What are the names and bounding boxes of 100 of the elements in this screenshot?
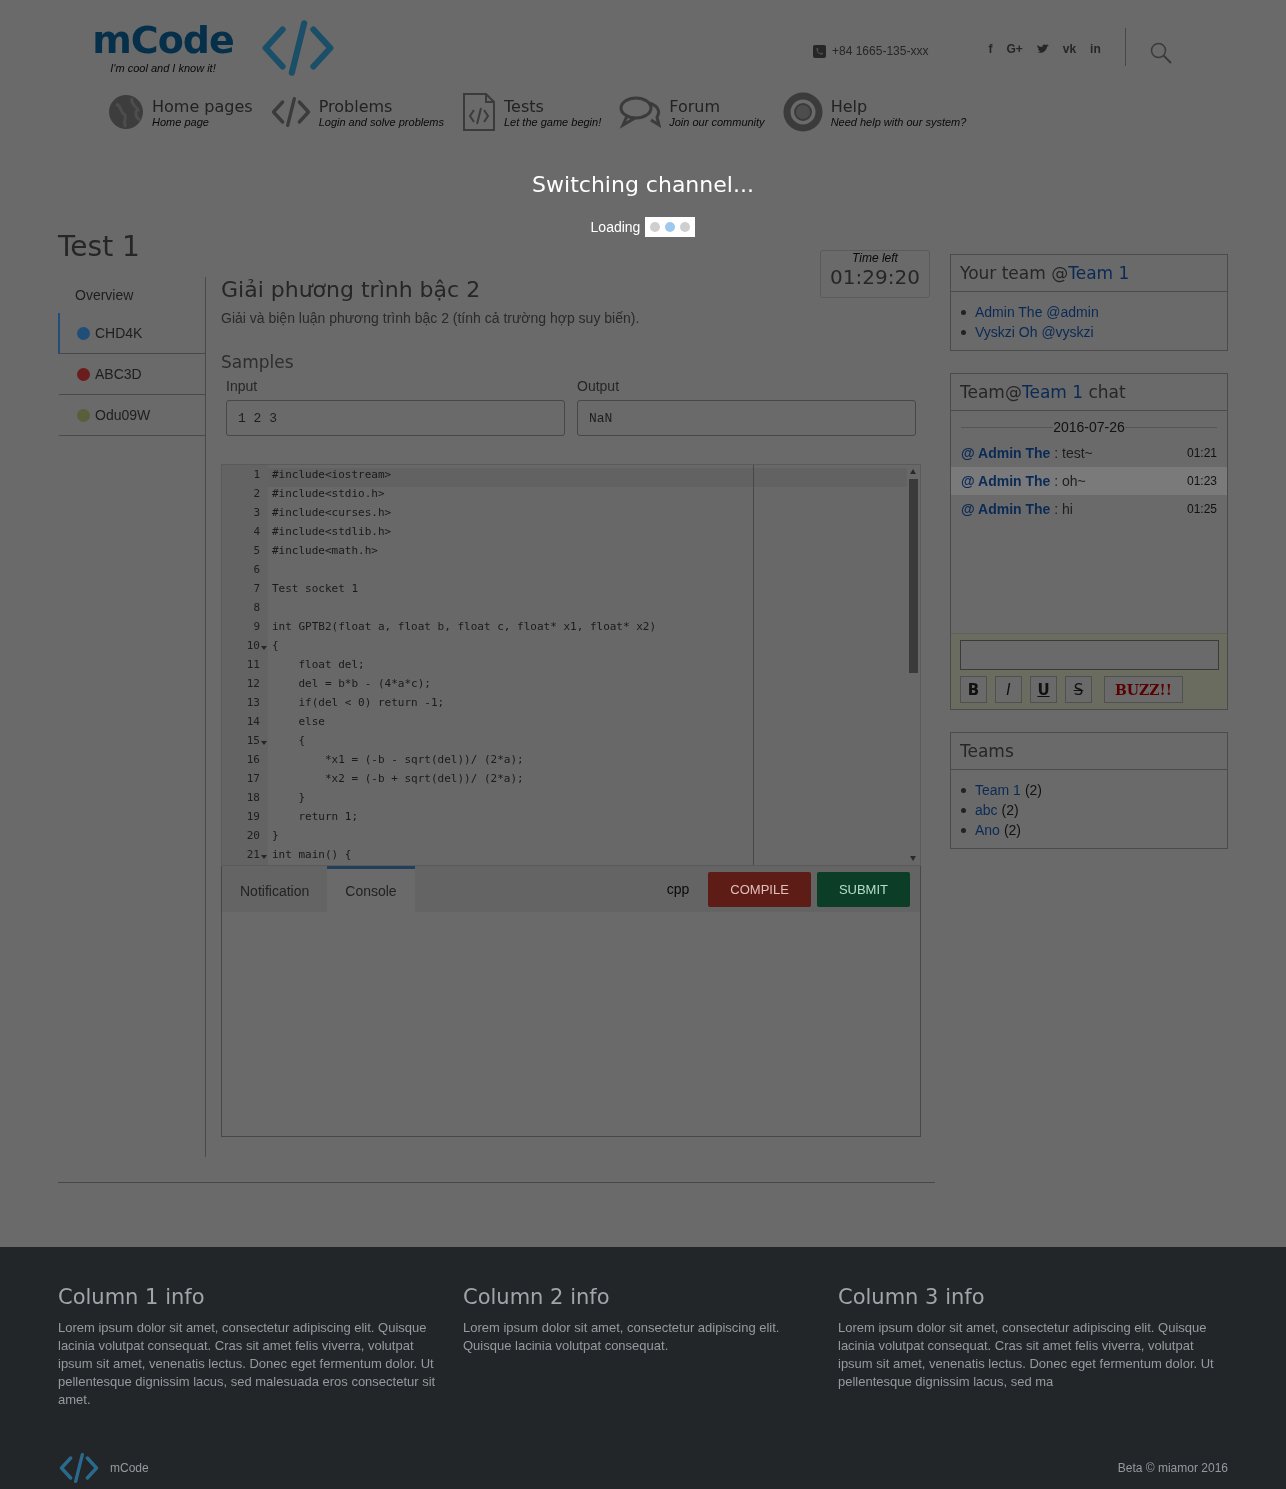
format-button[interactable]: I [995,676,1022,703]
message-author[interactable]: @ Admin The [961,501,1051,517]
line-number: 18 [246,791,260,804]
problem-tab[interactable]: Odu09W [58,395,205,436]
member-link[interactable]: Vyskzi Oh @vyskzi [975,322,1094,342]
code-line: int main() { [272,848,352,861]
compile-button[interactable]: COMPILE [708,871,811,907]
nav-item[interactable]: Problems Login and solve problems [270,92,444,132]
problem-tab[interactable]: CHD4K [58,313,205,354]
nav-item[interactable]: Forum Join our community [619,92,765,132]
code-line: #include<stdio.h> [272,487,385,500]
message-author[interactable]: @ Admin The [961,473,1051,489]
code-icon [270,96,311,128]
team-count: (2) [1024,781,1043,800]
overlay-title: Switching channel... [532,172,754,197]
line-number: 8 [253,601,260,614]
chat-message[interactable]: @ Admin The : oh~ 01:23 [951,467,1227,495]
line-number: 15 [246,734,260,747]
fold-arrow-icon[interactable] [261,646,267,650]
buzz-button[interactable]: BUZZ!! [1104,676,1183,703]
chat-input[interactable] [960,640,1219,670]
code-line: *x1 = (-b - sqrt(del))/ (2*a); [323,753,524,766]
chat-message[interactable]: @ Admin The : hi 01:25 [951,495,1227,523]
team-link[interactable]: Ano [975,820,1000,840]
phone-icon [813,44,826,58]
bullet-icon [961,807,966,813]
nav-title: Help [830,96,869,116]
team-link[interactable]: Team 1 [1021,382,1084,402]
submit-button[interactable]: SUBMIT [816,871,910,907]
social-link[interactable]: vk [1062,42,1077,56]
search-icon[interactable] [1149,42,1172,64]
code-line: if(del < 0) return -1; [297,696,445,709]
code-line: } [297,791,306,804]
footer-heading: Column 3 info [838,1285,986,1309]
code-line: { [272,639,279,652]
format-button[interactable]: B [960,676,987,703]
line-number: 12 [246,677,260,690]
logo-text[interactable]: mCode [92,18,234,62]
team-link[interactable]: Team 1 [975,780,1021,800]
line-number: 17 [246,772,260,785]
code-line: *x2 = (-b + sqrt(del))/ (2*a); [323,772,524,785]
console-tab[interactable]: Console [327,866,415,912]
bullet-icon [961,309,966,315]
line-number: 3 [253,506,260,519]
message-text: test~ [1062,445,1093,461]
line-number: 6 [253,563,260,576]
copyright-text: Beta © miamor 2016 [1117,1461,1228,1475]
message-separator: : [1054,445,1059,461]
fold-arrow-icon[interactable] [261,741,267,745]
bullet-icon [961,787,966,793]
footer-heading: Column 1 info [58,1285,206,1309]
bullet-icon [961,827,966,833]
message-time: 01:25 [1186,502,1217,516]
social-link[interactable]: in [1090,42,1101,56]
code-line: del = b*b - (4*a*c); [297,677,431,690]
message-separator: : [1054,501,1059,517]
line-number: 13 [246,696,260,709]
member-link[interactable]: Admin The @admin [975,302,1099,322]
samples-heading: Samples [221,352,295,372]
chat-message[interactable]: @ Admin The : test~ 01:21 [951,439,1227,467]
code-editor[interactable] [221,464,921,866]
line-number: 2 [253,487,260,500]
loading-label: Loading [590,219,641,235]
nav-title: Tests [504,96,545,116]
timer-label: Time left [851,251,899,265]
logo-icon [261,20,335,76]
nav-item[interactable]: Home pages Home page [108,92,253,132]
line-number: 5 [253,544,260,557]
overview-link[interactable]: Overview [58,277,205,313]
document-icon [462,92,496,132]
nav-item[interactable]: Tests Let the game begin! [462,92,602,132]
line-number: 16 [246,753,260,766]
console-tab[interactable]: Notification [222,867,328,911]
code-line: #include<curses.h> [272,506,392,519]
problem-tab[interactable]: ABC3D [58,354,205,395]
sample-output: NaN [577,400,916,436]
code-line: } [272,829,279,842]
fold-arrow-icon[interactable] [261,855,267,859]
social-link[interactable]: G+ [1006,42,1023,56]
line-number: 19 [246,810,260,823]
social-link[interactable]: f [988,42,993,56]
language-label: cpp [666,881,690,897]
panel-heading: Teams [951,733,1227,770]
line-number: 14 [246,715,260,728]
footer-text: Lorem ipsum dolor sit amet, consectetur adipiscing elit. Quisque lacinia volutpat consequat. Cras sit amet felis viverra, volutpat ipsum sit amet, venenatis lectus. Donec eget fermentum dolor. Ut pellentesque dignissim lacus, sed malesuada eros consectetur sit amet. [58,1319,437,1409]
nav-subtitle: Let the game begin! [504,115,602,128]
format-button[interactable]: S [1065,676,1092,703]
format-button[interactable]: U [1030,676,1057,703]
timer-value: 01:29:20 [829,265,921,289]
team-link[interactable]: abc [975,800,998,820]
nav-subtitle: Join our community [669,115,765,128]
panel-heading: chat [1088,382,1126,402]
line-number: 21 [246,848,260,861]
bird-icon[interactable] [1036,44,1049,54]
message-author[interactable]: @ Admin The [961,445,1051,461]
team-link[interactable]: Team 1 [1068,263,1130,283]
line-number: 11 [246,658,260,671]
globe-icon [108,94,144,130]
nav-item[interactable]: Help Need help with our system? [782,92,967,132]
nav-title: Forum [669,96,721,116]
